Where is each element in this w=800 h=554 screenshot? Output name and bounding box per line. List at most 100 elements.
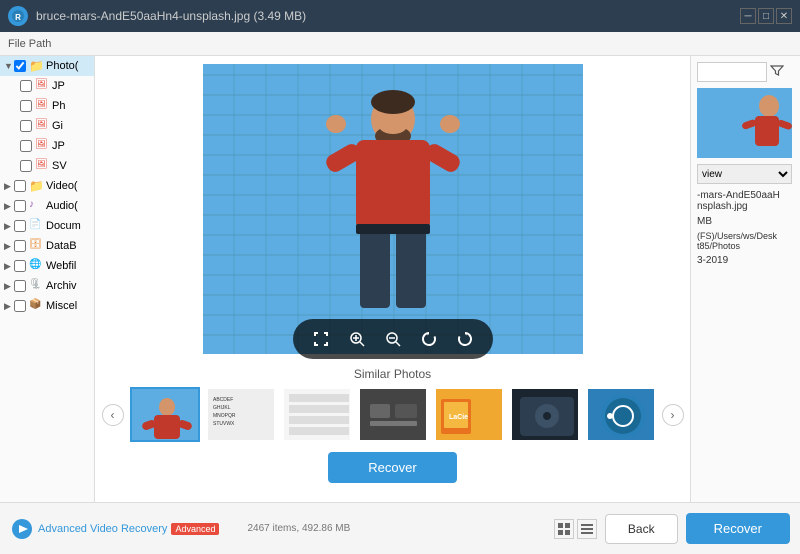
close-btn[interactable]: ✕: [776, 8, 792, 24]
rotate-right-btn[interactable]: [451, 325, 479, 353]
zoom-in-btn[interactable]: [343, 325, 371, 353]
docs-checkbox[interactable]: [14, 220, 26, 232]
sidebar-item-misc[interactable]: ▶ 📦 Miscel: [0, 296, 94, 316]
main-preview: [203, 64, 583, 354]
thumbnail-1[interactable]: [130, 387, 200, 442]
arrow-icon: ▶: [4, 201, 14, 212]
size-value: MB: [697, 216, 794, 227]
archive-icon: 🗜: [29, 279, 43, 293]
grid-view-btn[interactable]: [554, 519, 574, 539]
view-dropdown[interactable]: view: [697, 164, 792, 184]
sidebar-item-label: Audio(: [46, 200, 78, 212]
arrow-icon: ▶: [4, 241, 14, 252]
sv-checkbox[interactable]: [20, 160, 32, 172]
db-checkbox[interactable]: [14, 240, 26, 252]
sidebar-item-label: JP: [52, 140, 65, 152]
sidebar-item-gi[interactable]: 🖼 Gi: [0, 116, 94, 136]
sidebar-item-label: DataB: [46, 240, 77, 252]
sidebar-item-archive[interactable]: ▶ 🗜 Archiv: [0, 276, 94, 296]
sidebar-item-videos[interactable]: ▶ 📁 Video(: [0, 176, 94, 196]
sidebar-item-label: Photo(: [46, 60, 78, 72]
svg-text:GHIJKL: GHIJKL: [213, 405, 231, 411]
list-view-btn[interactable]: [577, 519, 597, 539]
doc-icon: 📄: [29, 219, 43, 233]
view-toggle: [554, 519, 597, 539]
photos-checkbox[interactable]: [14, 60, 26, 72]
bottom-right: Back Recover: [554, 513, 790, 544]
status-text: 2467 items, 492.86 MB: [247, 523, 350, 534]
misc-checkbox[interactable]: [14, 300, 26, 312]
date-value: 3-2019: [697, 255, 794, 266]
prev-thumbnail-btn[interactable]: ‹: [102, 404, 124, 426]
sidebar-item-docs[interactable]: ▶ 📄 Docum: [0, 216, 94, 236]
man-figure: [318, 84, 468, 354]
preview-area: Similar Photos ‹: [95, 56, 690, 502]
next-thumbnail-btn[interactable]: ›: [662, 404, 684, 426]
bottom-bar: Advanced Video Recovery Advanced 2467 it…: [0, 502, 800, 554]
minimize-btn[interactable]: ─: [740, 8, 756, 24]
sidebar-item-jp2[interactable]: 🖼 JP: [0, 136, 94, 156]
sidebar-item-jp1[interactable]: 🖼 JP: [0, 76, 94, 96]
window-controls[interactable]: ─ □ ✕: [740, 8, 792, 24]
folder-icon: 📁: [29, 179, 43, 193]
img-icon: 🖼: [35, 139, 49, 153]
arrow-icon: ▶: [4, 281, 14, 292]
jp2-checkbox[interactable]: [20, 140, 32, 152]
jp1-checkbox[interactable]: [20, 80, 32, 92]
sidebar-item-audio[interactable]: ▶ ♪ Audio(: [0, 196, 94, 216]
sidebar-item-label: SV: [52, 160, 67, 172]
thumbnail-4[interactable]: [358, 387, 428, 442]
sidebar-item-label: Miscel: [46, 300, 77, 312]
maximize-btn[interactable]: □: [758, 8, 774, 24]
video-recovery-icon: [10, 517, 34, 541]
sidebar-item-sv[interactable]: 🖼 SV: [0, 156, 94, 176]
similar-photos-label: Similar Photos: [354, 367, 431, 381]
rotate-left-btn[interactable]: [415, 325, 443, 353]
app-icon: R: [8, 6, 28, 26]
misc-icon: 📦: [29, 299, 43, 313]
img-icon: 🖼: [35, 159, 49, 173]
sidebar-item-database[interactable]: ▶ 🗄 DataB: [0, 236, 94, 256]
thumbnail-7[interactable]: [586, 387, 656, 442]
db-icon: 🗄: [29, 239, 43, 253]
filename-value: -mars-AndE50aaHnsplash.jpg: [697, 190, 794, 212]
title-bar-left: R bruce-mars-AndE50aaHn4-unsplash.jpg (3…: [8, 6, 306, 26]
fit-screen-btn[interactable]: [307, 325, 335, 353]
sidebar-item-ph[interactable]: 🖼 Ph: [0, 96, 94, 116]
sidebar-item-photos[interactable]: ▼ 📁 Photo(: [0, 56, 94, 76]
sidebar: ▼ 📁 Photo( 🖼 JP 🖼 Ph 🖼 Gi: [0, 56, 95, 502]
search-row: [697, 62, 794, 82]
audio-checkbox[interactable]: [14, 200, 26, 212]
search-input[interactable]: [697, 62, 767, 82]
zoom-out-btn[interactable]: [379, 325, 407, 353]
bottom-left: Advanced Video Recovery Advanced 2467 it…: [10, 517, 350, 541]
arrow-icon: ▶: [4, 261, 14, 272]
thumbnail-6[interactable]: [510, 387, 580, 442]
back-btn[interactable]: Back: [605, 514, 678, 544]
ph-checkbox[interactable]: [20, 100, 32, 112]
sidebar-item-webfiles[interactable]: ▶ 🌐 Webfil: [0, 256, 94, 276]
gi-checkbox[interactable]: [20, 120, 32, 132]
img-icon: 🖼: [35, 119, 49, 133]
file-path-bar: File Path: [0, 32, 800, 56]
videos-checkbox[interactable]: [14, 180, 26, 192]
img-icon: 🖼: [35, 99, 49, 113]
recover-main-btn[interactable]: Recover: [686, 513, 790, 544]
file-path-label: File Path: [8, 38, 51, 50]
recover-center-btn[interactable]: Recover: [328, 452, 456, 483]
path-value: (FS)/Users/ws/Deskt85/Photos: [697, 231, 794, 251]
filter-btn[interactable]: [767, 62, 787, 82]
web-checkbox[interactable]: [14, 260, 26, 272]
sidebar-item-label: Docum: [46, 220, 81, 232]
folder-icon: 📁: [29, 59, 43, 73]
arch-checkbox[interactable]: [14, 280, 26, 292]
thumbnail-5[interactable]: LaCie: [434, 387, 504, 442]
thumbnail-2[interactable]: ABCDEF GHIJKL MNOPQR STUVWX: [206, 387, 276, 442]
arrow-icon: ▶: [4, 181, 14, 192]
info-field-filename: -mars-AndE50aaHnsplash.jpg: [697, 190, 794, 212]
audio-icon: ♪: [29, 199, 43, 213]
advanced-video-recovery-btn[interactable]: Advanced Video Recovery: [38, 523, 167, 535]
sidebar-item-label: Video(: [46, 180, 78, 192]
thumbnail-3[interactable]: [282, 387, 352, 442]
arrow-icon: ▶: [4, 301, 14, 312]
